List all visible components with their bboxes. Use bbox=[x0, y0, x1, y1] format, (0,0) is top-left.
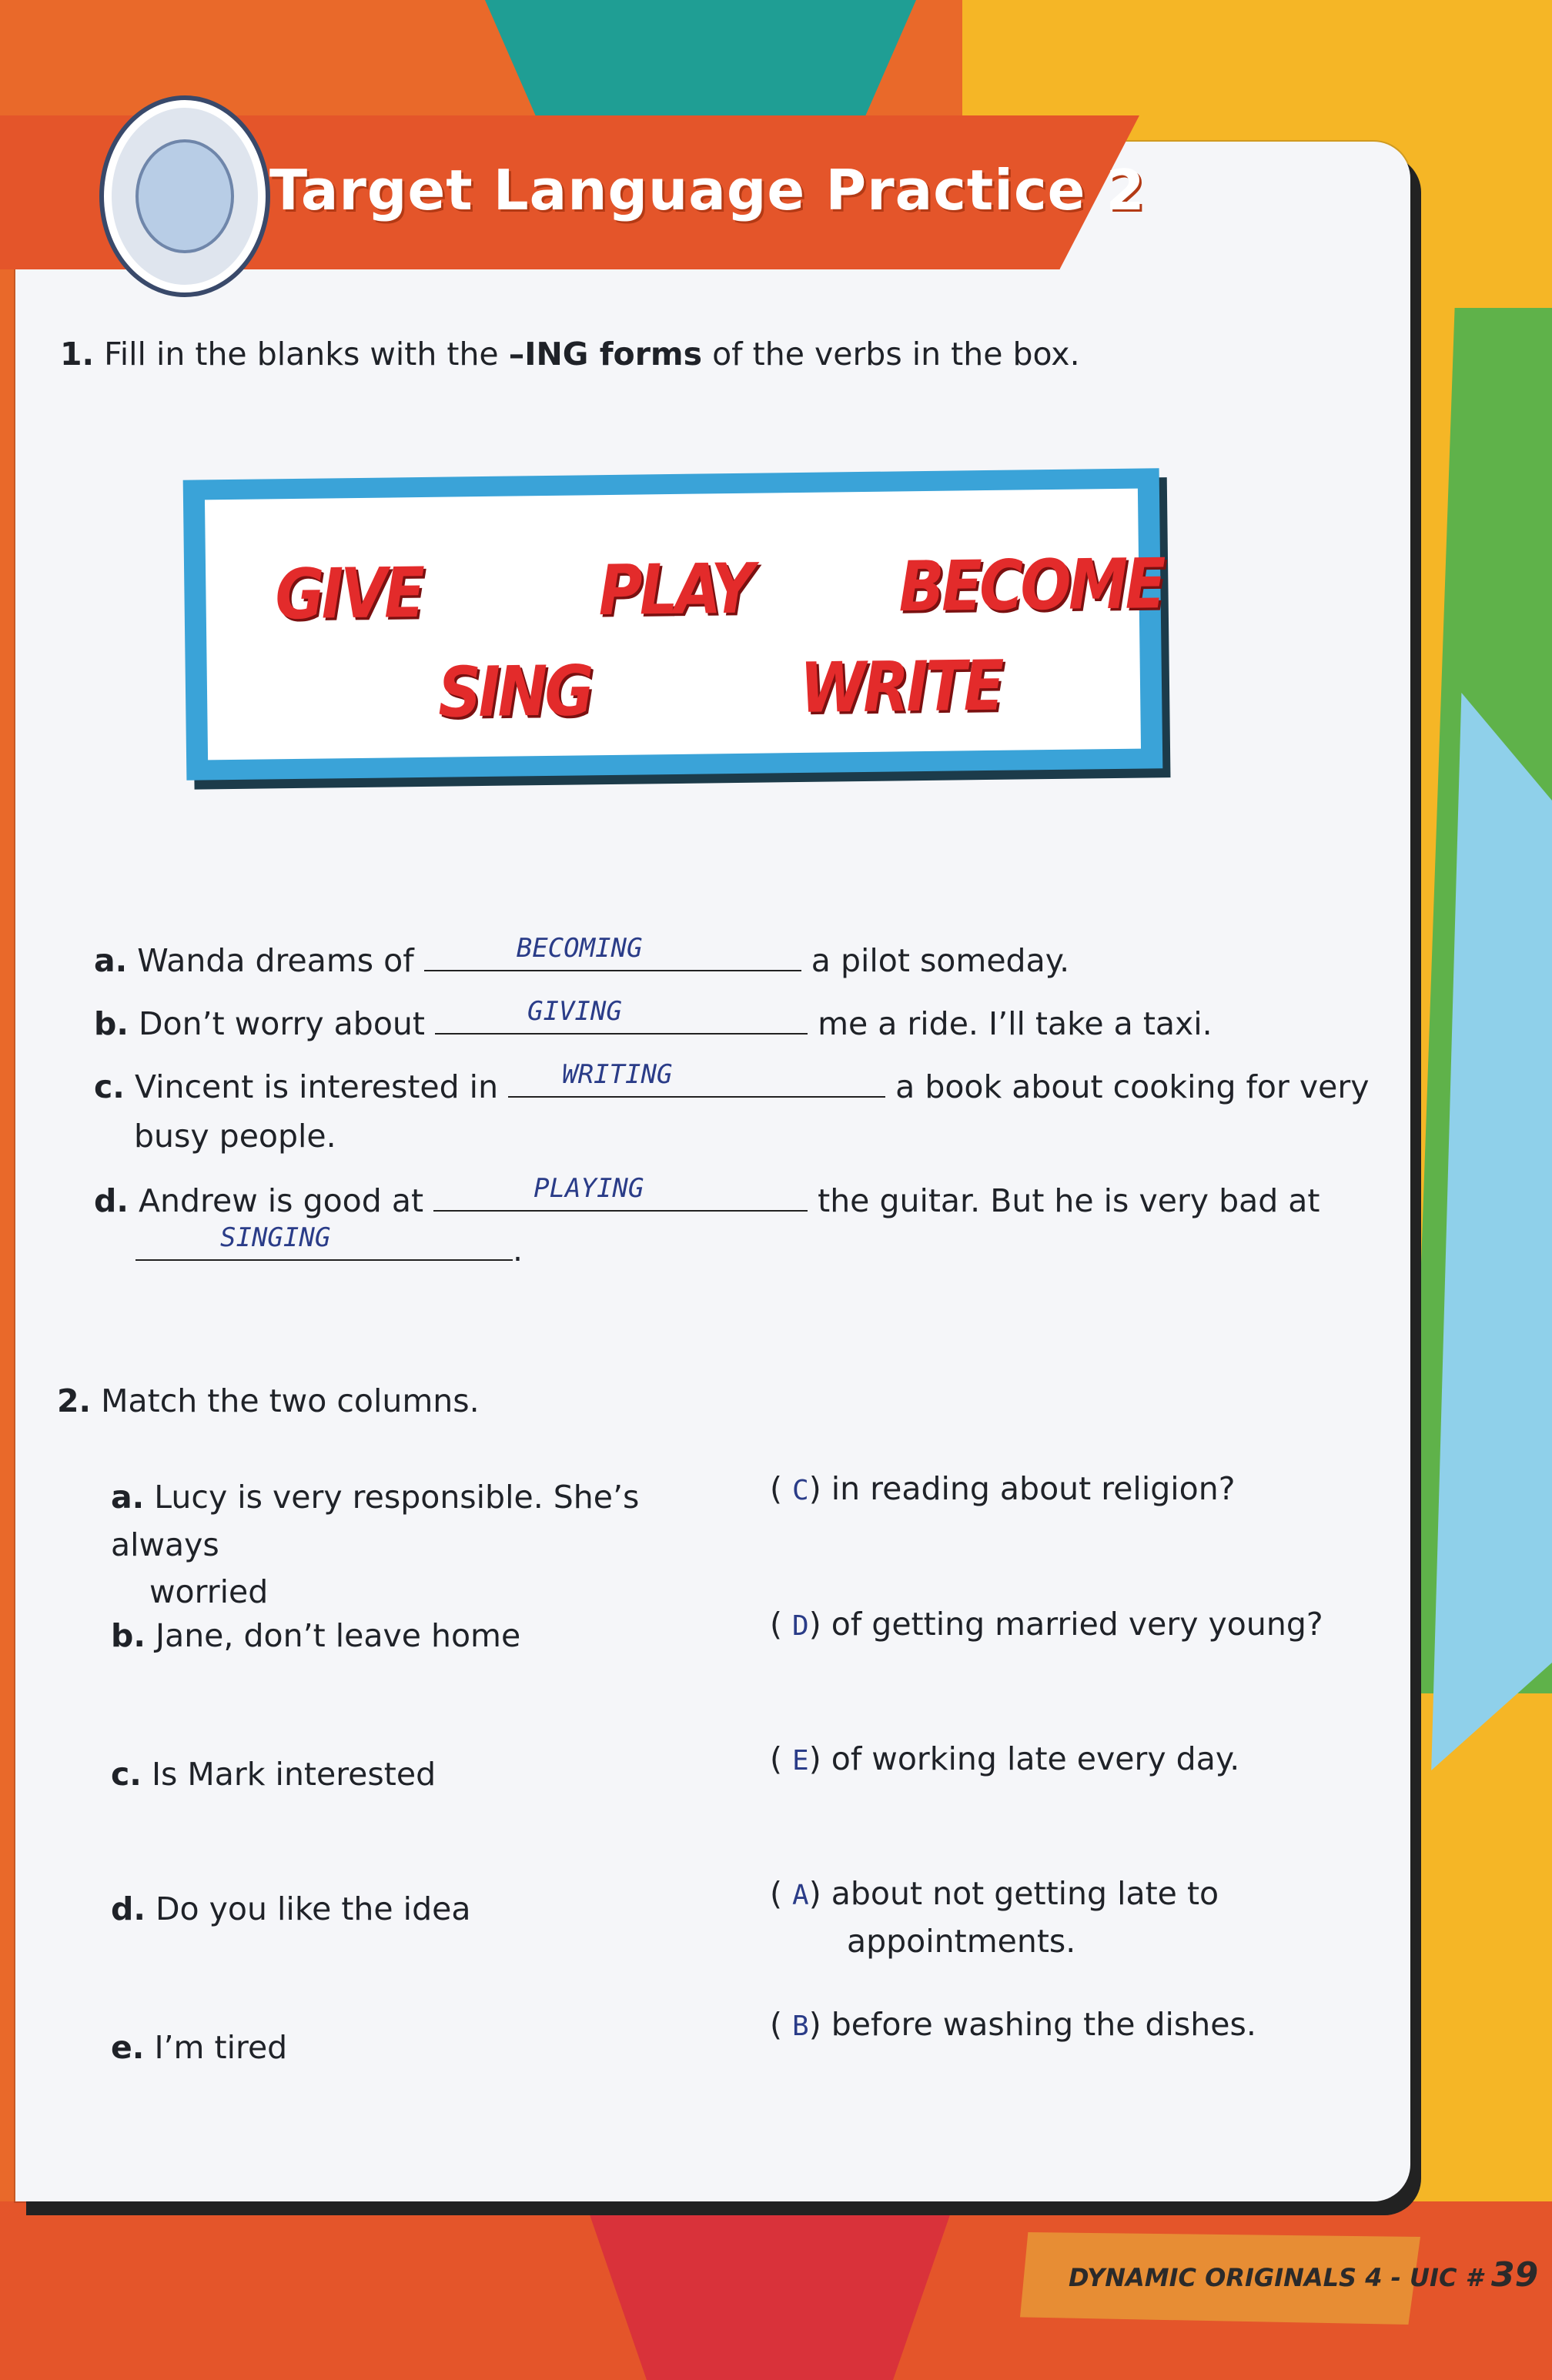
item-text: in reading about religion? bbox=[831, 1470, 1236, 1507]
item-text: Wanda dreams of bbox=[137, 942, 414, 979]
handwritten-answer: GIVING bbox=[527, 996, 622, 1027]
exercise1-item-c-continued: busy people. bbox=[134, 1118, 336, 1155]
handwritten-answer: BECOMING bbox=[516, 933, 643, 964]
item-text-continued: worried bbox=[149, 1573, 269, 1610]
answer-blank[interactable]: PLAYING bbox=[433, 1173, 808, 1212]
answer-blank[interactable]: GIVING bbox=[435, 996, 808, 1035]
item-letter: d. bbox=[111, 1890, 146, 1927]
item-text-end: a pilot someday. bbox=[811, 942, 1070, 979]
item-letter: d. bbox=[94, 1182, 129, 1219]
verb-give: GIVE bbox=[274, 553, 423, 636]
globe-logo-icon bbox=[104, 100, 266, 292]
item-text: Vincent is interested in bbox=[134, 1068, 499, 1105]
match-left-e: e. I’m tired bbox=[111, 2024, 287, 2072]
page-number: 39 bbox=[1490, 2255, 1539, 2295]
exercise1-item-c: c. Vincent is interested in WRITING a bo… bbox=[94, 1059, 1370, 1111]
handwritten-answer[interactable]: C bbox=[792, 1475, 809, 1506]
handwritten-answer: SINGING bbox=[220, 1222, 331, 1253]
handwritten-answer[interactable]: D bbox=[792, 1610, 809, 1642]
handwritten-answer[interactable]: E bbox=[792, 1745, 809, 1777]
match-left-b: b. Jane, don’t leave home bbox=[111, 1613, 520, 1660]
item-text-end: . bbox=[513, 1232, 523, 1269]
exercise1-instruction: 1. Fill in the blanks with the –ING form… bbox=[60, 331, 1080, 379]
exercise2-instruction: 2. Match the two columns. bbox=[57, 1378, 480, 1426]
item-letter: a. bbox=[94, 942, 128, 979]
item-letter: b. bbox=[111, 1617, 146, 1654]
answer-blank[interactable]: BECOMING bbox=[423, 933, 801, 971]
item-text-end: a book about cooking for very bbox=[895, 1068, 1370, 1105]
match-left-c: c. Is Mark interested bbox=[111, 1751, 436, 1799]
item-text: Lucy is very responsible. She’s always bbox=[111, 1479, 640, 1563]
match-right-1: ( C) in reading about religion? bbox=[770, 1470, 1236, 1507]
handwritten-answer[interactable]: B bbox=[792, 2011, 809, 2042]
exercise1-item-a: a. Wanda dreams of BECOMING a pilot some… bbox=[94, 933, 1070, 985]
item-text-end: the guitar. But he is very bad at bbox=[818, 1182, 1320, 1219]
instruction-text: Fill in the blanks with the bbox=[104, 336, 509, 373]
footer-label: DYNAMIC ORIGINALS 4 - UIC # bbox=[1069, 2263, 1483, 2292]
exercise1-item-b: b. Don’t worry about GIVING me a ride. I… bbox=[94, 996, 1212, 1048]
match-right-2: ( D) of getting married very young? bbox=[770, 1606, 1323, 1643]
item-text: Do you like the idea bbox=[155, 1890, 471, 1927]
item-letter: e. bbox=[111, 2029, 145, 2066]
item-text: Jane, don’t leave home bbox=[155, 1617, 521, 1654]
item-text: Andrew is good at bbox=[138, 1182, 424, 1219]
match-right-3: ( E) of working late every day. bbox=[770, 1740, 1240, 1777]
exercise1-number: 1. bbox=[60, 336, 95, 373]
verb-write: WRITE bbox=[799, 647, 1002, 729]
match-left-a: a. Lucy is very responsible. She’s alway… bbox=[111, 1474, 742, 1616]
exercise2-number: 2. bbox=[57, 1382, 92, 1419]
item-letter: a. bbox=[111, 1479, 145, 1516]
verb-play: PLAY bbox=[597, 550, 752, 631]
item-text: Don’t worry about bbox=[138, 1005, 425, 1042]
item-text-end: me a ride. I’ll take a taxi. bbox=[818, 1005, 1212, 1042]
verb-become: BECOME bbox=[898, 544, 1164, 628]
instruction-text-end: of the verbs in the box. bbox=[702, 336, 1080, 373]
handwritten-answer: PLAYING bbox=[534, 1173, 644, 1204]
page-title: Target Language Practice 2 bbox=[269, 158, 1146, 222]
item-text: of getting married very young? bbox=[831, 1606, 1323, 1643]
page-footer: DYNAMIC ORIGINALS 4 - UIC # 39 bbox=[1069, 2255, 1538, 2295]
item-text-continued: appointments. bbox=[847, 1922, 1076, 1960]
item-text: I’m tired bbox=[154, 2029, 288, 2066]
match-right-5: ( B) before washing the dishes. bbox=[770, 2006, 1256, 2043]
verb-box: GIVE PLAY BECOME SING WRITE bbox=[182, 468, 1164, 781]
instruction-bold-text: –ING forms bbox=[508, 336, 703, 373]
item-text: Is Mark interested bbox=[151, 1756, 436, 1793]
handwritten-answer[interactable]: A bbox=[792, 1880, 809, 1911]
answer-blank[interactable]: WRITING bbox=[508, 1059, 886, 1098]
item-letter: c. bbox=[111, 1756, 142, 1793]
item-text: before washing the dishes. bbox=[831, 2006, 1256, 2043]
match-right-4: ( A) about not getting late to appointme… bbox=[770, 1875, 1219, 1960]
item-text: of working late every day. bbox=[831, 1740, 1240, 1777]
verb-sing: SING bbox=[437, 651, 592, 734]
exercise1-item-d-continued: SINGING. bbox=[135, 1222, 523, 1275]
answer-blank[interactable]: SINGING bbox=[135, 1222, 513, 1261]
item-letter: c. bbox=[94, 1068, 125, 1105]
handwritten-answer: WRITING bbox=[562, 1059, 673, 1090]
item-letter: b. bbox=[94, 1005, 129, 1042]
instruction-text: Match the two columns. bbox=[101, 1382, 480, 1419]
match-left-d: d. Do you like the idea bbox=[111, 1886, 470, 1934]
item-text: about not getting late to bbox=[831, 1875, 1219, 1912]
